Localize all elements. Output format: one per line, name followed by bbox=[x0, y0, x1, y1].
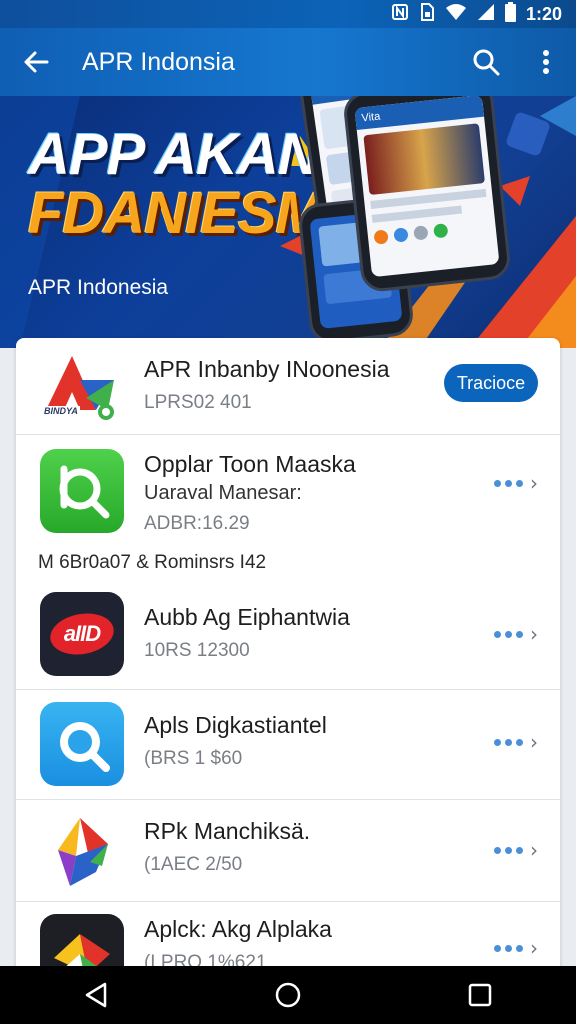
list-item-title: Aubb Ag Eiphantwia bbox=[144, 604, 350, 630]
list-item-text: RPk Manchiksä. (1AEC 2/50 bbox=[144, 816, 310, 878]
colorful-diamond-icon[interactable] bbox=[40, 810, 124, 894]
list-item-subtitle: Uaraval Manesar: bbox=[144, 482, 302, 504]
more-vert-icon[interactable] bbox=[516, 28, 576, 96]
list-item[interactable]: Apls Digkastiantel (BRS 1 $60 › bbox=[16, 690, 560, 800]
list-item-title: Apls Digkastiantel bbox=[144, 712, 327, 738]
list-item-meta: 10RS 12300 bbox=[144, 640, 250, 661]
green-search-icon[interactable] bbox=[40, 449, 124, 533]
list-item-title: Opplar Toon Maaska bbox=[144, 451, 356, 477]
app-bar: APR Indonsia bbox=[0, 28, 576, 96]
dot-icon bbox=[505, 630, 512, 638]
blue-search-icon[interactable] bbox=[40, 702, 124, 786]
hero-headline: APP AKAN FDANIESM bbox=[28, 126, 328, 244]
phone-illustration-front: Vita bbox=[341, 96, 513, 294]
dot-icon bbox=[516, 944, 523, 952]
more-options-button[interactable]: › bbox=[494, 936, 538, 960]
dot-icon bbox=[516, 630, 523, 638]
sim-icon bbox=[419, 2, 435, 26]
dot-icon bbox=[494, 846, 501, 854]
more-options-button[interactable]: › bbox=[494, 471, 538, 495]
chevron-right-icon: › bbox=[530, 622, 538, 646]
page-title: APR Indonsia bbox=[82, 47, 235, 76]
battery-icon bbox=[504, 1, 516, 27]
featured-app-text: APR Inbanby INoonesia LPRS02 401 bbox=[144, 354, 390, 416]
signal-icon bbox=[477, 3, 495, 26]
back-arrow-icon[interactable] bbox=[0, 28, 72, 96]
featured-app-title: APR Inbanby INoonesia bbox=[144, 356, 390, 382]
more-options-button[interactable]: › bbox=[494, 838, 538, 862]
app-list-card: BINDYA APR Inbanby INoonesia LPRS02 401 … bbox=[16, 338, 560, 978]
list-item[interactable]: RPk Manchiksä. (1AEC 2/50 › bbox=[16, 800, 560, 902]
list-item[interactable]: Opplar Toon Maaska Uaraval Manesar: ADBR… bbox=[16, 435, 560, 545]
chevron-right-icon: › bbox=[530, 936, 538, 960]
dot-icon bbox=[505, 846, 512, 854]
wifi-icon bbox=[445, 3, 467, 26]
hero-headline-line1: APP AKAN bbox=[28, 122, 320, 187]
list-item-meta: (BRS 1 $60 bbox=[144, 748, 243, 769]
list-item-title: RPk Manchiksä. bbox=[144, 818, 311, 844]
hero-banner[interactable]: APP AKAN FDANIESM APR Indonesia Aprtbina… bbox=[0, 96, 576, 348]
dot-icon bbox=[516, 738, 523, 746]
list-item-title: Aplck: Akg Alplaka bbox=[144, 916, 332, 942]
featured-logo-text: BINDYA bbox=[42, 406, 80, 416]
chevron-right-icon: › bbox=[530, 471, 538, 495]
recents-square-icon[interactable] bbox=[448, 966, 512, 1024]
system-nav-bar bbox=[0, 966, 576, 1024]
back-triangle-icon[interactable] bbox=[64, 966, 128, 1024]
hero-subtitle: APR Indonesia bbox=[28, 276, 169, 299]
list-item-meta: (1AEC 2/50 bbox=[144, 854, 243, 875]
chevron-right-icon: › bbox=[530, 730, 538, 754]
list-item-text: Opplar Toon Maaska Uaraval Manesar: ADBR… bbox=[144, 449, 356, 537]
hero-headline-line2: FDANIESM bbox=[28, 181, 324, 246]
status-time: 1:20 bbox=[525, 3, 562, 24]
dot-icon bbox=[505, 479, 512, 487]
red-logo-text: aIID bbox=[63, 621, 101, 646]
dot-icon bbox=[516, 479, 523, 487]
list-item-meta: ADBR:16.29 bbox=[144, 513, 250, 534]
status-bar: 1:20 bbox=[0, 0, 576, 28]
dot-icon bbox=[494, 479, 501, 487]
chevron-right-icon: › bbox=[530, 838, 538, 862]
more-options-button[interactable]: › bbox=[494, 622, 538, 646]
dot-icon bbox=[505, 738, 512, 746]
list-item-text: Apls Digkastiantel (BRS 1 $60 bbox=[144, 710, 327, 772]
dot-icon bbox=[494, 630, 501, 638]
dot-icon bbox=[505, 944, 512, 952]
search-icon[interactable] bbox=[456, 28, 516, 96]
dot-icon bbox=[516, 846, 523, 854]
dot-icon bbox=[494, 738, 501, 746]
home-circle-icon[interactable] bbox=[256, 966, 320, 1024]
featured-app-meta: LPRS02 401 bbox=[144, 392, 252, 413]
featured-app-logo[interactable]: BINDYA bbox=[40, 346, 124, 430]
red-logo-icon[interactable]: aIID bbox=[40, 592, 124, 676]
list-item-text: Aubb Ag Eiphantwia 10RS 12300 bbox=[144, 602, 350, 664]
install-button[interactable]: Tracioce bbox=[444, 364, 538, 402]
nfc-icon bbox=[391, 3, 409, 26]
list-item[interactable]: aIID Aubb Ag Eiphantwia 10RS 12300 › bbox=[16, 584, 560, 690]
featured-app-row[interactable]: BINDYA APR Inbanby INoonesia LPRS02 401 … bbox=[16, 338, 560, 435]
more-options-button[interactable]: › bbox=[494, 730, 538, 754]
section-label: M 6Br0a07 & Rominsrs I42 bbox=[38, 552, 267, 573]
dot-icon bbox=[494, 944, 501, 952]
